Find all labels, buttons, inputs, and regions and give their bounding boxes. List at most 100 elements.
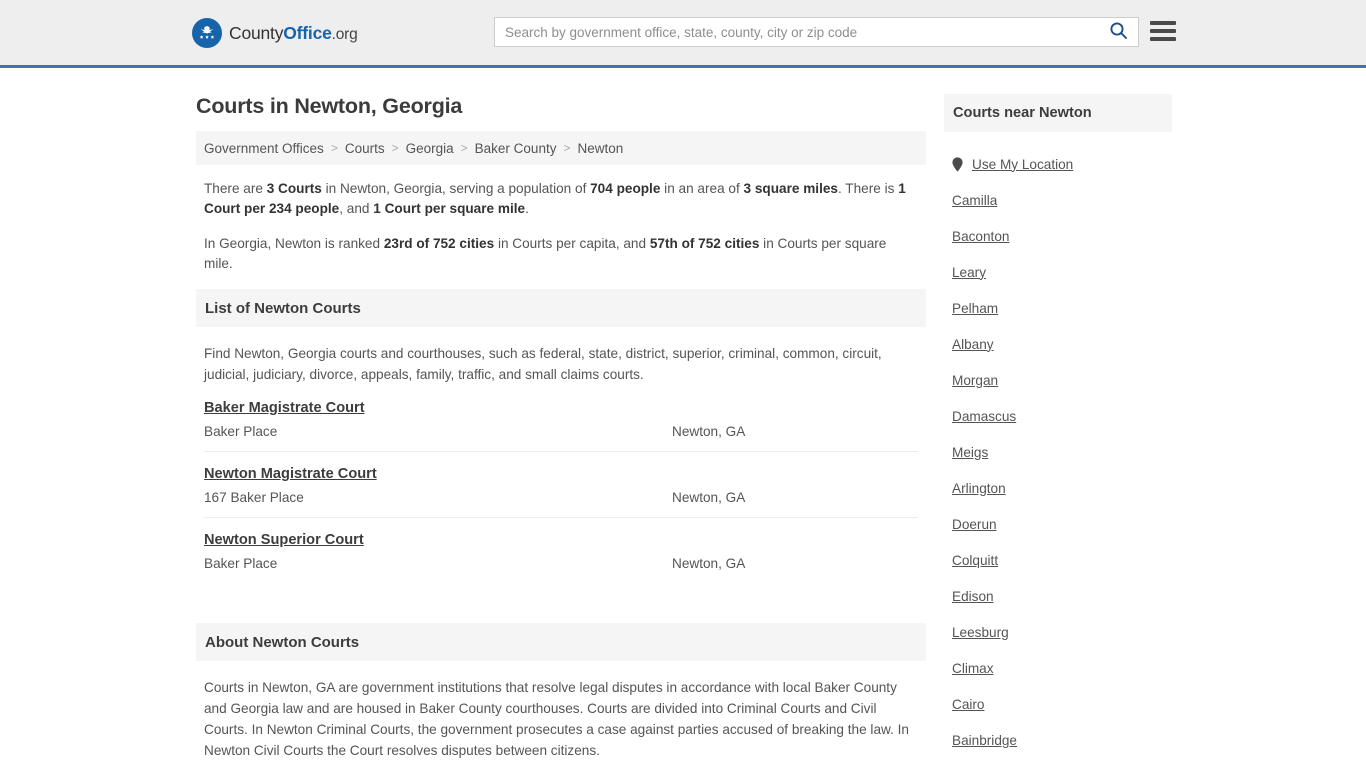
- breadcrumb-item-georgia[interactable]: Georgia: [406, 141, 454, 156]
- hamburger-menu-icon[interactable]: [1150, 19, 1176, 43]
- list-item[interactable]: Colquitt: [952, 542, 1164, 578]
- table-row: Baker Magistrate Court Baker Place Newto…: [204, 399, 918, 452]
- list-item[interactable]: Arlington: [952, 470, 1164, 506]
- logo-text-county: County: [229, 22, 284, 43]
- court-city: Newton, GA: [672, 490, 746, 505]
- court-details: Baker Place Newton, GA: [204, 556, 918, 571]
- intro-text: , and: [339, 201, 374, 216]
- intro-stats: There are 3 Courts in Newton, Georgia, s…: [196, 165, 926, 274]
- court-name-link[interactable]: Newton Superior Court: [204, 532, 364, 548]
- breadcrumb-separator-icon: >: [330, 141, 338, 155]
- stat-rank-per-capita: 23rd of 752 cities: [383, 236, 495, 251]
- court-city: Newton, GA: [672, 424, 746, 439]
- intro-text: . There is: [837, 181, 899, 196]
- map-pin-icon: [952, 156, 963, 172]
- court-city: Newton, GA: [672, 556, 746, 571]
- sidebar-city-link[interactable]: Edison: [952, 589, 994, 604]
- intro-text: In Georgia, Newton is ranked: [204, 236, 384, 251]
- sidebar-city-link[interactable]: Baconton: [952, 229, 1009, 244]
- court-list: Baker Magistrate Court Baker Place Newto…: [196, 399, 926, 583]
- sidebar-city-link[interactable]: Morgan: [952, 373, 998, 388]
- list-item[interactable]: Edison: [952, 578, 1164, 614]
- list-item[interactable]: Pelham: [952, 290, 1164, 326]
- court-name-link[interactable]: Baker Magistrate Court: [204, 400, 365, 416]
- nearby-courts-list: Use My Location Camilla Baconton Leary P…: [944, 132, 1172, 758]
- intro-text: .: [525, 201, 529, 216]
- sidebar-city-link[interactable]: Climax: [952, 661, 994, 676]
- logo-text-org: .org: [331, 25, 358, 43]
- search-input[interactable]: [495, 18, 1098, 46]
- court-address: 167 Baker Place: [204, 490, 304, 505]
- logo-text-office: Office: [283, 22, 332, 43]
- sidebar-city-link[interactable]: Doerun: [952, 517, 997, 532]
- site-header: CountyOffice.org: [0, 0, 1366, 68]
- sidebar-city-link[interactable]: Colquitt: [952, 553, 998, 568]
- hamburger-bar: [1150, 29, 1176, 33]
- stat-rank-per-sqmile: 57th of 752 cities: [649, 236, 760, 251]
- intro-text: There are: [204, 181, 267, 196]
- site-logo-text: CountyOffice.org: [229, 23, 358, 44]
- sidebar-city-link[interactable]: Arlington: [952, 481, 1006, 496]
- search-icon: [1109, 21, 1128, 43]
- court-details: Baker Place Newton, GA: [204, 424, 918, 439]
- use-my-location-link[interactable]: Use My Location: [972, 157, 1073, 172]
- sidebar-city-link[interactable]: Leary: [952, 265, 986, 280]
- court-address: Baker Place: [204, 556, 278, 571]
- about-section-header: About Newton Courts: [196, 623, 926, 661]
- list-item[interactable]: Bainbridge: [952, 722, 1164, 758]
- sidebar-city-link[interactable]: Albany: [952, 337, 994, 352]
- sidebar: Courts near Newton Use My Location Camil…: [944, 68, 1172, 768]
- sidebar-city-link[interactable]: Cairo: [952, 697, 984, 712]
- breadcrumb-item-courts[interactable]: Courts: [345, 141, 385, 156]
- intro-paragraph-counts: There are 3 Courts in Newton, Georgia, s…: [204, 179, 918, 219]
- stat-population: 704 people: [590, 181, 661, 196]
- about-section-paragraph: Courts in Newton, GA are government inst…: [204, 680, 909, 758]
- sidebar-city-link[interactable]: Pelham: [952, 301, 998, 316]
- list-item[interactable]: Cairo: [952, 686, 1164, 722]
- table-row: Newton Magistrate Court 167 Baker Place …: [204, 452, 918, 518]
- stat-area: 3 square miles: [743, 181, 838, 196]
- list-item[interactable]: Baconton: [952, 218, 1164, 254]
- sidebar-city-link[interactable]: Bainbridge: [952, 733, 1017, 748]
- breadcrumb-item-government-offices[interactable]: Government Offices: [204, 141, 324, 156]
- about-section-body: Courts in Newton, GA are government inst…: [196, 661, 926, 768]
- court-name-link[interactable]: Newton Magistrate Court: [204, 466, 377, 482]
- list-item[interactable]: Leesburg: [952, 614, 1164, 650]
- stat-per-sqmile: 1 Court per square mile: [373, 201, 526, 216]
- list-item[interactable]: Climax: [952, 650, 1164, 686]
- table-row: Newton Superior Court Baker Place Newton…: [204, 518, 918, 583]
- breadcrumb-separator-icon: >: [563, 141, 571, 155]
- intro-text: in Newton, Georgia, serving a population…: [321, 181, 591, 196]
- list-item[interactable]: Camilla: [952, 182, 1164, 218]
- breadcrumb: Government Offices > Courts > Georgia > …: [196, 131, 926, 165]
- intro-text: in Courts per capita, and: [494, 236, 650, 251]
- list-section-description: Find Newton, Georgia courts and courthou…: [204, 346, 882, 382]
- breadcrumb-item-baker-county[interactable]: Baker County: [475, 141, 557, 156]
- list-item[interactable]: Damascus: [952, 398, 1164, 434]
- list-item[interactable]: Leary: [952, 254, 1164, 290]
- sidebar-city-link[interactable]: Meigs: [952, 445, 988, 460]
- sidebar-city-link[interactable]: Leesburg: [952, 625, 1009, 640]
- about-section-title: About Newton Courts: [205, 633, 360, 651]
- list-item[interactable]: Meigs: [952, 434, 1164, 470]
- list-section-header: List of Newton Courts: [196, 289, 926, 327]
- list-item[interactable]: Doerun: [952, 506, 1164, 542]
- search-button[interactable]: [1098, 18, 1138, 46]
- page-body: Courts in Newton, Georgia Government Off…: [0, 68, 1366, 768]
- list-item-use-my-location[interactable]: Use My Location: [952, 146, 1164, 182]
- breadcrumb-separator-icon: >: [391, 141, 399, 155]
- sidebar-city-link[interactable]: Damascus: [952, 409, 1016, 424]
- nearby-courts-panel: Courts near Newton Use My Location Camil…: [944, 94, 1172, 758]
- breadcrumb-separator-icon: >: [460, 141, 468, 155]
- hamburger-bar: [1150, 37, 1176, 41]
- search-bar[interactable]: [494, 17, 1139, 47]
- court-details: 167 Baker Place Newton, GA: [204, 490, 918, 505]
- site-logo[interactable]: CountyOffice.org: [192, 18, 358, 48]
- intro-text: in an area of: [660, 181, 744, 196]
- list-section-title: List of Newton Courts: [205, 299, 361, 317]
- list-item[interactable]: Albany: [952, 326, 1164, 362]
- list-item[interactable]: Morgan: [952, 362, 1164, 398]
- court-address: Baker Place: [204, 424, 278, 439]
- hamburger-bar: [1150, 21, 1176, 25]
- sidebar-city-link[interactable]: Camilla: [952, 193, 997, 208]
